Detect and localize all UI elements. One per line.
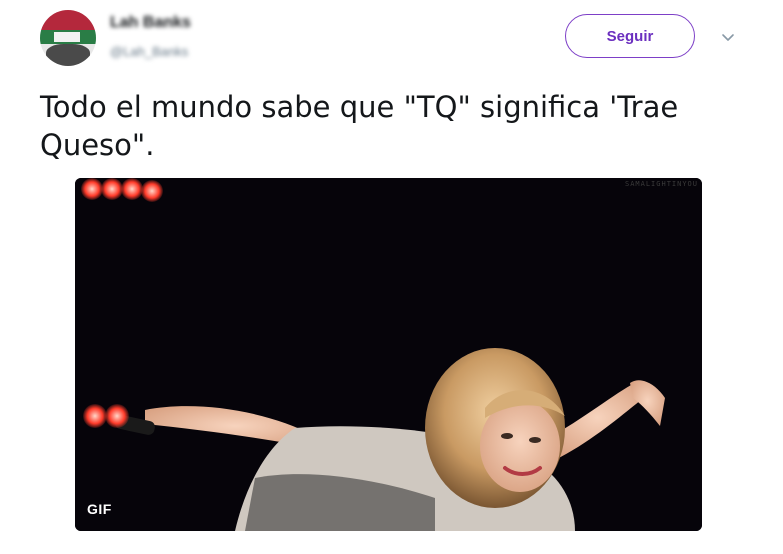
tweet-text-line: Todo el mundo sabe que "TQ" significa 'T… [40,90,679,124]
tweet-text-line: Queso". [40,128,155,162]
author-name[interactable]: Lah Banks [110,14,191,32]
stage-light [101,178,123,200]
avatar[interactable] [40,10,96,66]
avatar-body [46,44,90,66]
avatar-face [54,32,80,42]
gif-frame [75,178,702,531]
follow-button[interactable]: Seguir [565,14,695,58]
media-watermark: SAMALIGHTINYOU [624,180,698,188]
stage-light [141,180,163,202]
gif-badge: GIF [87,501,112,517]
avatar-hat [40,10,96,30]
stage-light [121,178,143,200]
stage-light [81,178,103,200]
author-handle[interactable]: @Lah_Banks [110,44,188,59]
stage-light [83,404,107,428]
tweet-text: Todo el mundo sabe que "TQ" significa 'T… [40,88,740,164]
gif-media[interactable]: SAMALIGHTINYOU GIF [75,178,702,531]
chevron-down-icon[interactable] [718,28,738,48]
stage-light [105,404,129,428]
